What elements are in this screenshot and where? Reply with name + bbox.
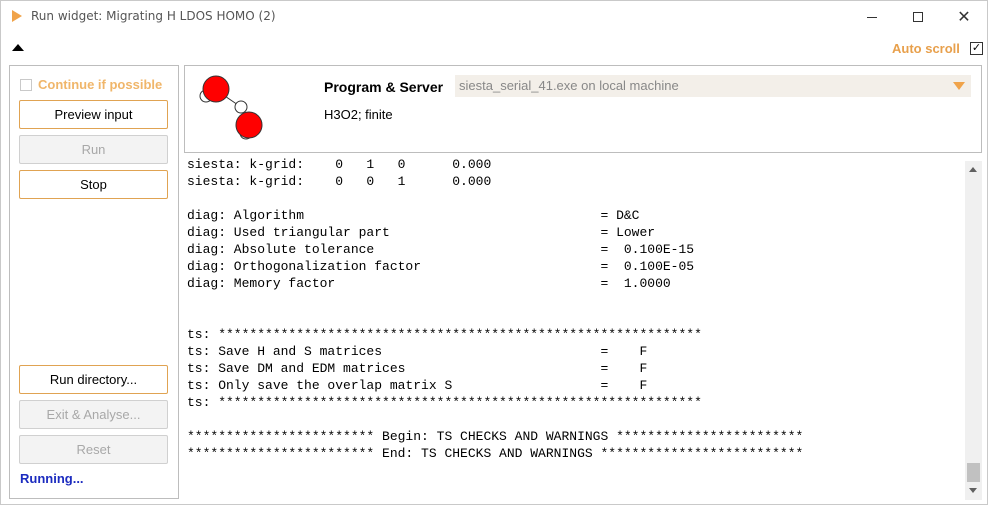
continue-label: Continue if possible [38, 77, 163, 92]
log-line: diag: Memory factor = 1.0000 [187, 276, 671, 291]
minimize-icon [867, 17, 877, 18]
title-bar[interactable]: Run widget: Migrating H LDOS HOMO (2) ✕ [1, 1, 987, 32]
vertical-scrollbar[interactable] [965, 161, 982, 500]
reset-button[interactable]: Reset [19, 435, 168, 464]
output-log[interactable]: siesta: k-grid: 0 1 0 0.000 siesta: k-gr… [184, 158, 964, 500]
auto-scroll-checkbox[interactable]: ✓ [970, 42, 983, 55]
maximize-button[interactable] [895, 1, 941, 32]
log-line: ************************ Begin: TS CHECK… [187, 429, 804, 444]
log-line: ************************ End: TS CHECKS … [187, 446, 804, 461]
exit-analyse-button[interactable]: Exit & Analyse... [19, 400, 168, 429]
log-line: ts: Save H and S matrices = F [187, 344, 648, 359]
run-triangle-icon [12, 10, 22, 22]
status-running: Running... [20, 471, 84, 486]
server-select[interactable]: siesta_serial_41.exe on local machine [455, 75, 971, 97]
continue-checkbox[interactable] [20, 78, 32, 91]
molecule-formula: H3O2; finite [324, 107, 393, 122]
continue-if-possible-option[interactable]: Continue if possible [20, 77, 162, 92]
log-line: ts: Only save the overlap matrix S = F [187, 378, 648, 393]
scroll-down-icon[interactable] [969, 488, 977, 493]
log-line: ts: ************************************… [187, 395, 702, 410]
left-control-panel: Continue if possible Preview input Run S… [9, 65, 179, 499]
molecule-icon [199, 75, 263, 140]
preview-input-button[interactable]: Preview input [19, 100, 168, 129]
log-line: siesta: k-grid: 0 0 1 0.000 [187, 174, 492, 189]
stop-button[interactable]: Stop [19, 170, 168, 199]
run-button[interactable]: Run [19, 135, 168, 164]
window-title: Run widget: Migrating H LDOS HOMO (2) [31, 9, 276, 23]
run-directory-button[interactable]: Run directory... [19, 365, 168, 394]
log-line: siesta: k-grid: 0 1 0 0.000 [187, 158, 492, 172]
auto-scroll-label: Auto scroll [892, 41, 960, 56]
log-line: ts: Save DM and EDM matrices = F [187, 361, 648, 376]
dropdown-arrow-icon [953, 82, 965, 90]
header-panel: Program & Server siesta_serial_41.exe on… [184, 65, 982, 153]
minimize-button[interactable] [849, 1, 895, 32]
close-button[interactable]: ✕ [941, 1, 987, 32]
scroll-up-icon[interactable] [969, 167, 977, 172]
collapse-triangle-icon[interactable] [12, 44, 24, 51]
log-line: diag: Absolute tolerance = 0.100E-15 [187, 242, 695, 257]
server-select-value: siesta_serial_41.exe on local machine [459, 78, 679, 93]
run-widget-window: Run widget: Migrating H LDOS HOMO (2) ✕ … [0, 0, 988, 505]
program-server-label: Program & Server [324, 79, 444, 95]
log-line: diag: Orthogonalization factor = 0.100E-… [187, 259, 695, 274]
log-line: diag: Algorithm = D&C [187, 208, 640, 223]
log-line: diag: Used triangular part = Lower [187, 225, 656, 240]
maximize-icon [913, 11, 923, 22]
scrollbar-thumb[interactable] [967, 463, 980, 482]
log-line: ts: ************************************… [187, 327, 702, 342]
close-icon: ✕ [957, 7, 971, 26]
